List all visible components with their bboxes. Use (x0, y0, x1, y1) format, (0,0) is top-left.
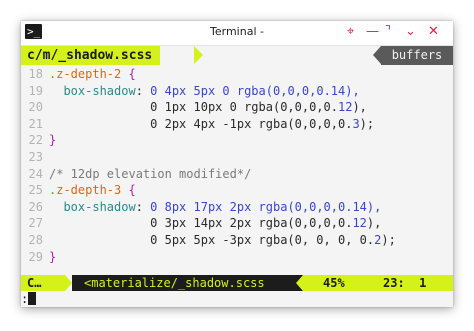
maximize-icon[interactable]: ⌝ (385, 24, 391, 40)
code-token: ), (366, 216, 382, 231)
line-number: 27 (28, 216, 43, 231)
tab-current-file[interactable]: c/m/_shadow.scss (21, 46, 161, 65)
code-line: 21 0 2px 4px -1px rgba(0,0,0,0.3); (21, 116, 453, 133)
command-line[interactable]: : (21, 291, 453, 307)
line-number: 23 (28, 149, 43, 164)
code-line: 24 /* 12dp elevation modified*/ (21, 166, 453, 183)
code-token: .z-depth-2 (49, 67, 129, 81)
code-token: ); (381, 232, 396, 247)
position-separator (296, 275, 303, 291)
mode-indicator: C… (21, 275, 65, 291)
minimize-icon[interactable]: — (366, 24, 379, 40)
pin-icon[interactable]: ⌖ (347, 24, 354, 40)
code-token: 0 3px 14px 2px rgba(0,0,0,0. (49, 216, 353, 231)
code-token: : (135, 83, 151, 98)
status-right: 45% 23: 1 (303, 275, 453, 291)
code-line: 27 0 3px 14px 2px rgba(0,0,0,0.12), (21, 215, 453, 232)
code-token: box-shadow (49, 83, 136, 98)
tabline: c/m/_shadow.scss buffers (21, 46, 453, 65)
buffers-separator (373, 46, 381, 64)
code-line: 25 .z-depth-3 { (21, 182, 453, 199)
code-token: { (128, 183, 136, 198)
code-token: } (49, 249, 57, 264)
code-line: 28 0 5px 5px -3px rgba(0, 0, 0, 0.2); (21, 232, 453, 249)
code-token: 3 (352, 116, 360, 131)
code-token: 0 5px 5px -3px rgba(0, 0, 0, 0. (49, 232, 375, 247)
code-token: 0 2px 4px -1px rgba(0,0,0,0. (49, 116, 353, 131)
code-token: rgba (258, 199, 288, 214)
code-line: 23 (21, 149, 453, 166)
line-number: 18 (28, 67, 43, 81)
status-filename: <materialize/_shadow.scss (72, 275, 305, 291)
code-token: rgba (236, 83, 266, 98)
tab-separator (194, 46, 203, 64)
code-token: .z-depth-3 (49, 183, 129, 198)
code-line: 29} (21, 249, 453, 266)
code-token: (0,0,0,0.14), (265, 83, 360, 98)
code-token: 0 4px 5px 0 (150, 83, 237, 98)
code-line: 26 box-shadow: 0 8px 17px 2px rgba(0,0,0… (21, 199, 453, 216)
buffers-label[interactable]: buffers (381, 46, 453, 65)
line-number: 21 (28, 116, 43, 131)
code-token: ); (359, 116, 375, 131)
code-line: 19 box-shadow: 0 4px 5px 0 rgba(0,0,0,0.… (21, 83, 453, 100)
collapse-icon[interactable]: ⌄ (405, 24, 416, 40)
line-number: 26 (28, 199, 43, 214)
code-token: 12 (352, 216, 367, 231)
code-line: 20 0 1px 10px 0 rgba(0,0,0,0.12), (21, 99, 453, 116)
line-number: 22 (28, 133, 43, 148)
line-number: 24 (28, 166, 43, 181)
terminal-window: >_ Terminal - ⌖ — ⌝ ⌄ ✕ c/m/_shadow.scss… (21, 21, 453, 307)
title-bar[interactable]: >_ Terminal - ⌖ — ⌝ ⌄ ✕ (21, 21, 453, 46)
text-cursor (28, 292, 36, 305)
code-editor[interactable]: 18 .z-depth-2 {19 box-shadow: 0 4px 5px 0… (21, 66, 453, 265)
code-token: : (135, 199, 151, 214)
close-icon[interactable]: ✕ (428, 24, 439, 40)
line-number: 20 (28, 100, 43, 115)
code-token: /* 12dp elevation modified*/ (49, 166, 252, 181)
scroll-percent: 45% (323, 276, 345, 290)
code-token: box-shadow (49, 199, 136, 214)
terminal-content[interactable]: c/m/_shadow.scss buffers 18 .z-depth-2 {1… (21, 46, 453, 307)
line-number: 28 (28, 232, 43, 247)
line-number: 29 (28, 249, 43, 264)
line-number: 19 (28, 83, 43, 98)
mode-separator (65, 275, 72, 291)
code-token: ), (352, 100, 367, 115)
code-token: 0 1px 10px 0 rgba(0,0,0,0. (49, 100, 338, 115)
statusline: C… <materialize/_shadow.scss 45% 23: 1 (21, 275, 453, 291)
code-token: } (49, 133, 57, 148)
cursor-position: 23: 1 (383, 276, 427, 290)
code-line: 22} (21, 132, 453, 149)
code-token: { (128, 67, 136, 81)
code-line: 18 .z-depth-2 { (21, 66, 453, 83)
line-number: 25 (28, 183, 43, 198)
code-token: 12 (337, 100, 353, 115)
code-token: 0 8px 17px 2px (150, 199, 259, 214)
code-token: (0,0,0,0.14), (287, 199, 382, 214)
